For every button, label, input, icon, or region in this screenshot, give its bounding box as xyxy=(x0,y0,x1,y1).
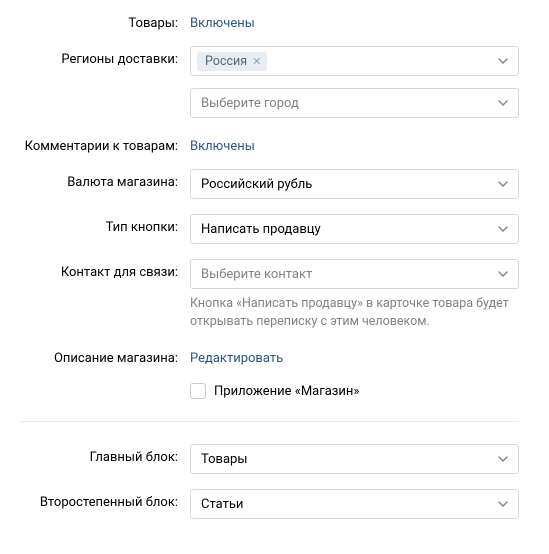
button-type-value: Написать продавцу xyxy=(201,222,321,237)
chevron-down-icon xyxy=(498,456,508,462)
chevron-down-icon xyxy=(498,100,508,106)
region-tag-label: Россия xyxy=(205,54,247,69)
secondary-block-value: Статьи xyxy=(201,497,243,512)
products-status-link[interactable]: Включены xyxy=(190,10,255,31)
button-type-select[interactable]: Написать продавцу xyxy=(190,214,519,244)
contact-select[interactable]: Выберите контакт xyxy=(190,259,519,289)
contact-label: Контакт для связи: xyxy=(20,259,190,280)
secondary-block-select[interactable]: Статьи xyxy=(190,489,519,519)
currency-label: Валюта магазина: xyxy=(20,169,190,190)
main-block-value: Товары xyxy=(201,452,247,467)
description-edit-link[interactable]: Редактировать xyxy=(190,345,283,366)
section-divider xyxy=(20,421,519,422)
chevron-down-icon xyxy=(498,501,508,507)
products-label: Товары: xyxy=(20,10,190,31)
comments-label: Комментарии к товарам: xyxy=(20,133,190,154)
main-block-select[interactable]: Товары xyxy=(190,444,519,474)
delivery-regions-select[interactable]: Россия ✕ xyxy=(190,46,519,76)
description-label: Описание магазина: xyxy=(20,345,190,366)
chevron-down-icon xyxy=(498,226,508,232)
app-checkbox-label: Приложение «Магазин» xyxy=(214,384,359,399)
contact-hint: Кнопка «Написать продавцу» в карточке то… xyxy=(190,295,519,330)
secondary-block-label: Второстепенный блок: xyxy=(20,489,190,510)
chevron-down-icon xyxy=(498,58,508,64)
chevron-down-icon xyxy=(498,271,508,277)
region-tag[interactable]: Россия ✕ xyxy=(197,52,267,71)
app-checkbox[interactable] xyxy=(190,383,206,399)
city-select[interactable]: Выберите город xyxy=(190,88,519,118)
chevron-down-icon xyxy=(498,181,508,187)
button-type-label: Тип кнопки: xyxy=(20,214,190,235)
close-icon[interactable]: ✕ xyxy=(252,56,261,67)
contact-placeholder: Выберите контакт xyxy=(201,267,312,282)
currency-value: Российский рубль xyxy=(201,177,312,192)
comments-status-link[interactable]: Включены xyxy=(190,133,255,154)
app-checkbox-row[interactable]: Приложение «Магазин» xyxy=(190,381,519,399)
city-placeholder: Выберите город xyxy=(201,96,299,111)
delivery-regions-label: Регионы доставки: xyxy=(20,46,190,67)
main-block-label: Главный блок: xyxy=(20,444,190,465)
currency-select[interactable]: Российский рубль xyxy=(190,169,519,199)
